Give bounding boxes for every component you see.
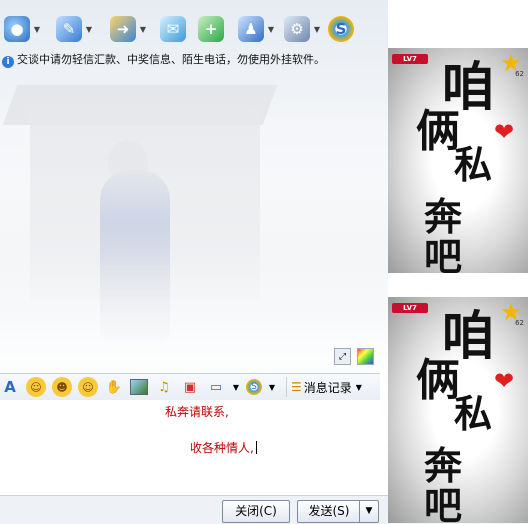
profile-show-card[interactable]: LV7 ★ 62 咱 俩 ❤ 私 奔 吧 — [388, 297, 528, 523]
star-count: 62 — [515, 70, 524, 78]
message-input-line: 收各种情人, — [190, 441, 254, 455]
card-char: 奔 — [424, 443, 463, 488]
soso-icon: S — [328, 16, 354, 42]
message-input-line: 私奔请联系, — [165, 405, 229, 419]
color-palette-icon[interactable] — [357, 348, 374, 365]
star-count: 62 — [515, 319, 524, 327]
soso-small-icon[interactable]: S — [246, 379, 262, 395]
profile-button[interactable]: ♟ ▼ — [238, 12, 276, 46]
card-separator — [388, 273, 528, 297]
chat-toolbar: ● ▼ ✎ ▼ ➜ ▼ ✉ + ♟ ▼ ⚙ ▼ S — [0, 10, 388, 50]
format-toolbar: A ☺ ☻ ☺ ✋ ♫ ▣ ▭ ▼ S ▼ ☰ 消息记录 ▼ — [0, 373, 380, 401]
level-badge: LV7 — [392, 303, 428, 313]
shake-icon[interactable]: ☺ — [78, 377, 98, 397]
soso-button[interactable]: S — [328, 12, 354, 46]
card-char: 私 — [454, 142, 493, 187]
profile-icon: ♟ — [238, 16, 264, 42]
level-badge: LV7 — [392, 54, 428, 64]
screen-capture-icon[interactable]: ▭ — [206, 377, 226, 397]
panel-toggle-group: ⤢ — [334, 348, 374, 365]
heart-icon: ❤ — [494, 367, 515, 395]
send-button[interactable]: 发送(S) — [297, 500, 361, 523]
voice-icon: ✎ — [56, 16, 82, 42]
message-record-button[interactable]: ☰ 消息记录 ▼ — [286, 377, 366, 397]
file-transfer-icon: ➜ — [110, 16, 136, 42]
heart-icon: ❤ — [494, 118, 515, 146]
card-char: 私 — [454, 391, 493, 436]
gift-icon[interactable]: ▣ — [180, 377, 200, 397]
video-button[interactable]: ● ▼ — [4, 12, 42, 46]
chevron-down-icon[interactable]: ▼ — [84, 24, 94, 34]
message-record-icon: ☰ — [291, 380, 302, 394]
add-app-button[interactable]: + — [198, 12, 224, 46]
file-transfer-button[interactable]: ➜ ▼ — [110, 12, 148, 46]
close-button[interactable]: 关闭(C) — [222, 500, 290, 523]
safety-notice-text: 交谈中请勿轻信汇款、中奖信息、陌生电话，勿使用外挂软件。 — [17, 53, 325, 66]
chevron-down-icon[interactable]: ▼ — [266, 24, 276, 34]
chevron-down-icon: ▼ — [355, 382, 362, 392]
emoticon-icon[interactable]: ☺ — [26, 377, 46, 397]
safety-notice: i 交谈中请勿轻信汇款、中奖信息、陌生电话，勿使用外挂软件。 — [0, 52, 388, 68]
voice-button[interactable]: ✎ ▼ — [56, 12, 94, 46]
voice-message-icon[interactable]: ✋ — [104, 377, 124, 397]
font-icon[interactable]: A — [0, 377, 20, 397]
settings-icon: ⚙ — [284, 16, 310, 42]
chevron-down-icon[interactable]: ▼ — [138, 24, 148, 34]
card-char: 奔 — [424, 194, 463, 239]
profile-show-card[interactable]: LV7 ★ 62 咱 俩 ❤ 私 奔 吧 — [388, 48, 528, 273]
profile-panel: LV7 ★ 62 咱 俩 ❤ 私 奔 吧 LV7 ★ 62 咱 俩 ❤ 私 奔 吧 — [388, 0, 528, 523]
bottom-bar: 关闭(C) 发送(S) ▼ — [0, 495, 388, 524]
message-input-line-with-caret: 收各种情人, — [190, 439, 257, 456]
message-record-label: 消息记录 — [303, 380, 352, 395]
star-icon: ★ 62 — [500, 49, 524, 78]
video-icon: ● — [4, 16, 30, 42]
music-icon[interactable]: ♫ — [154, 377, 174, 397]
screenshot-button[interactable]: ✉ — [160, 12, 186, 46]
settings-button[interactable]: ⚙ ▼ — [284, 12, 322, 46]
info-icon: i — [2, 56, 14, 68]
add-app-icon: + — [198, 16, 224, 42]
chevron-down-icon[interactable]: ▼ — [232, 377, 240, 397]
card-char: 吧 — [424, 483, 463, 524]
card-char: 吧 — [424, 234, 463, 274]
chevron-down-icon[interactable]: ▼ — [312, 24, 322, 34]
expand-icon[interactable]: ⤢ — [334, 348, 351, 365]
send-options-button[interactable]: ▼ — [359, 500, 379, 523]
chevron-down-icon: ▼ — [365, 506, 373, 516]
star-icon: ★ 62 — [500, 298, 524, 327]
screenshot-icon: ✉ — [160, 16, 186, 42]
image-icon[interactable] — [130, 379, 148, 395]
text-caret — [255, 441, 257, 454]
chevron-down-icon[interactable]: ▼ — [268, 377, 276, 397]
chevron-down-icon[interactable]: ▼ — [32, 24, 42, 34]
magic-face-icon[interactable]: ☻ — [52, 377, 72, 397]
